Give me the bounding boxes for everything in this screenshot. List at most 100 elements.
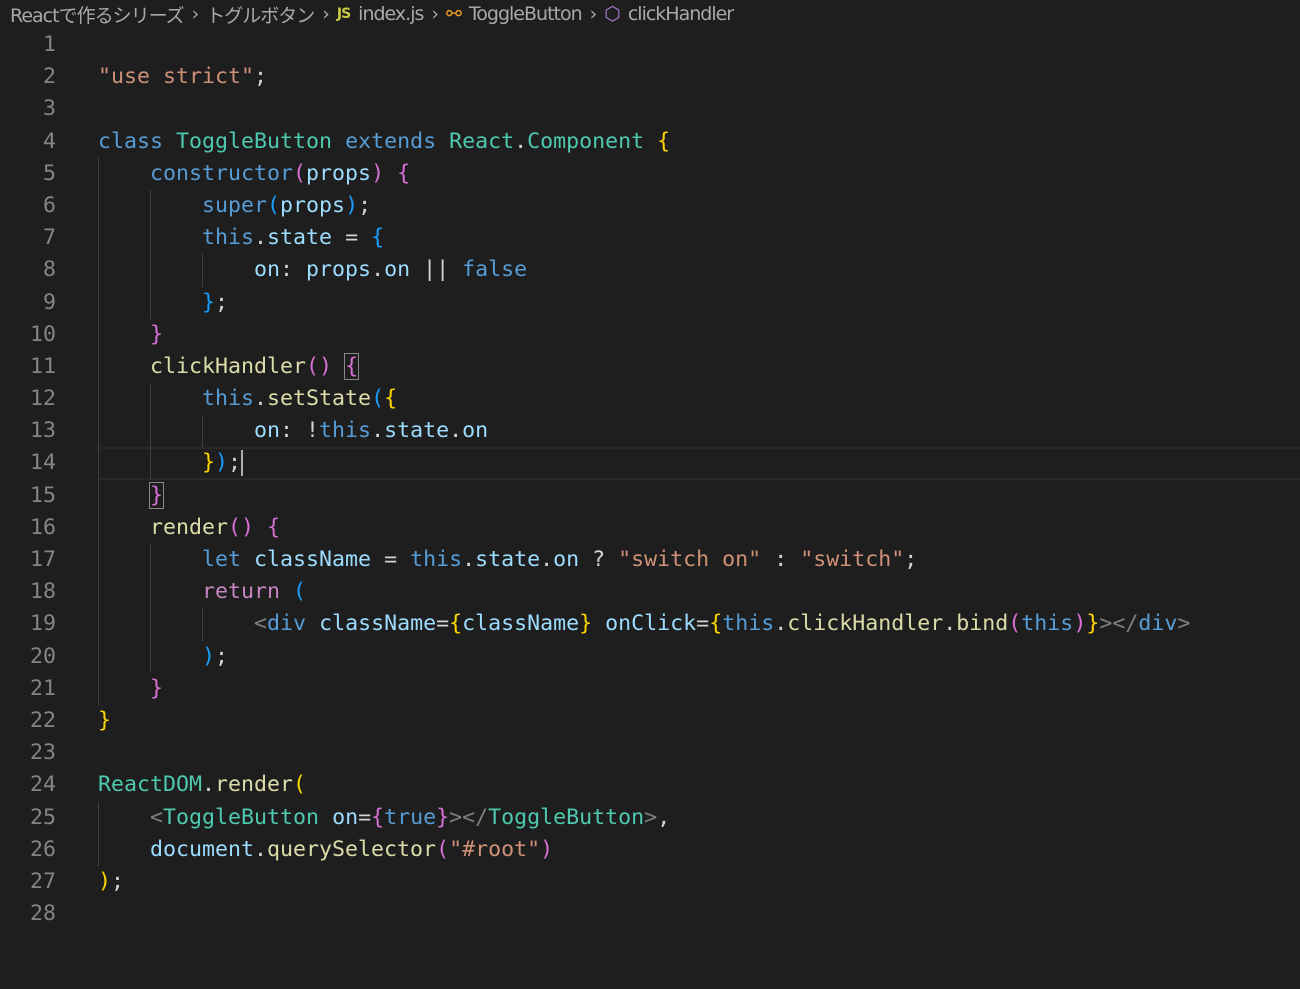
code-token: "switch on": [618, 547, 762, 572]
code-token: {: [709, 611, 723, 637]
code-token: on: [254, 257, 281, 283]
code-text: }: [98, 318, 163, 351]
line-number: 13: [29, 418, 56, 444]
code-text: let className = this.state.on ? "switch …: [98, 544, 917, 577]
code-line[interactable]: 1: [0, 29, 1300, 61]
code-token: ): [1073, 611, 1087, 637]
code-token: true: [384, 804, 437, 830]
breadcrumb-subfolder[interactable]: トグルボタン: [206, 1, 315, 28]
indent-guide: [98, 479, 99, 512]
code-line[interactable]: 4 class ToggleButton extends React.Compon…: [0, 126, 1300, 158]
indent-guide: [98, 672, 99, 705]
code-line[interactable]: 7 this.state = {: [0, 222, 1300, 255]
code-token: {: [371, 804, 385, 830]
code-token: on: [553, 547, 580, 572]
line-number: 2: [42, 64, 56, 90]
code-line[interactable]: 2 "use strict";: [0, 61, 1300, 93]
line-number: 9: [42, 289, 56, 315]
breadcrumb-method[interactable]: clickHandler: [628, 3, 734, 25]
code-line[interactable]: 8 on: props.on || false: [0, 254, 1300, 287]
code-line[interactable]: 3: [0, 93, 1300, 125]
indent-guide: [98, 511, 99, 545]
code-line[interactable]: 26 document.querySelector("#root"): [0, 833, 1300, 866]
code-text: this.state = {: [98, 222, 384, 255]
code-line[interactable]: 18 return (: [0, 576, 1300, 609]
code-token: constructor: [150, 160, 294, 186]
code-line[interactable]: 9 };: [0, 286, 1300, 319]
indent-guide: [98, 544, 99, 577]
indent-guide: [150, 189, 151, 223]
code-token: React: [449, 128, 515, 154]
code-token: {: [344, 352, 360, 380]
code-line[interactable]: 11 clickHandler() {: [0, 350, 1300, 384]
indent-guide: [150, 447, 151, 480]
code-token: ;: [215, 289, 229, 315]
code-line[interactable]: 21 }: [0, 672, 1300, 705]
code-line[interactable]: 15 }: [0, 479, 1300, 512]
code-token: .: [943, 611, 957, 637]
line-number: 8: [42, 257, 56, 283]
indent-guide: [98, 833, 99, 866]
code-token: {: [449, 611, 463, 637]
code-line[interactable]: 27);: [0, 866, 1300, 898]
line-number: 10: [29, 321, 56, 347]
code-line[interactable]: 22}: [0, 705, 1300, 737]
code-token: (: [293, 579, 307, 605]
code-line[interactable]: 28: [0, 898, 1300, 930]
code-token: }: [202, 289, 216, 315]
indent-guide: [98, 318, 99, 351]
code-token: state: [475, 547, 541, 572]
code-line[interactable]: 17 let className = this.state.on ? "swit…: [0, 544, 1300, 577]
code-line[interactable]: 25 <ToggleButton on={true}></ToggleButto…: [0, 801, 1300, 834]
code-token: =: [358, 804, 372, 830]
indent-guide: [150, 254, 151, 287]
indent-guide: [150, 608, 151, 641]
code-text: render() {: [98, 511, 281, 545]
code-token: class: [98, 128, 164, 154]
code-line[interactable]: 12 this.setState({: [0, 383, 1300, 416]
code-text: ReactDOM.render(: [98, 769, 306, 801]
code-line[interactable]: 5 constructor(props) {: [0, 157, 1300, 190]
code-token: .: [202, 772, 216, 798]
code-token: ToggleButton: [163, 804, 320, 830]
indent-guide: [98, 286, 99, 319]
code-token: ToggleButton: [488, 804, 645, 830]
code-line[interactable]: 24 ReactDOM.render(: [0, 769, 1300, 801]
breadcrumb-class[interactable]: ToggleButton: [469, 3, 583, 25]
code-line[interactable]: 23: [0, 737, 1300, 769]
code-line[interactable]: 6 super(props);: [0, 189, 1300, 223]
code-token: this: [410, 547, 463, 572]
breadcrumb-file[interactable]: index.js: [358, 3, 424, 25]
code-token: >: [1177, 611, 1191, 637]
code-line[interactable]: 20 );: [0, 640, 1300, 673]
code-token: >: [644, 804, 658, 830]
code-editor[interactable]: 1 2 "use strict"; 3 4 class ToggleButton exte…: [0, 29, 1300, 930]
code-token: document: [150, 836, 255, 862]
line-number: 12: [29, 386, 56, 412]
code-line[interactable]: 19 <div className={className} onClick={t…: [0, 608, 1300, 641]
code-line[interactable]: 13 on: !this.state.on: [0, 415, 1300, 448]
code-token: clickHandler: [150, 353, 307, 379]
breadcrumb-folder[interactable]: Reactで作るシリーズ: [10, 1, 185, 28]
code-line[interactable]: 16 render() {: [0, 511, 1300, 545]
line-number: 18: [29, 579, 56, 605]
code-token: (): [306, 353, 333, 379]
indent-guide: [98, 157, 99, 190]
code-token: {: [267, 514, 281, 540]
code-line[interactable]: 10 }: [0, 318, 1300, 351]
code-line[interactable]: 14 });: [30, 447, 1300, 480]
code-token: .: [254, 225, 268, 251]
text-cursor: [241, 450, 244, 477]
